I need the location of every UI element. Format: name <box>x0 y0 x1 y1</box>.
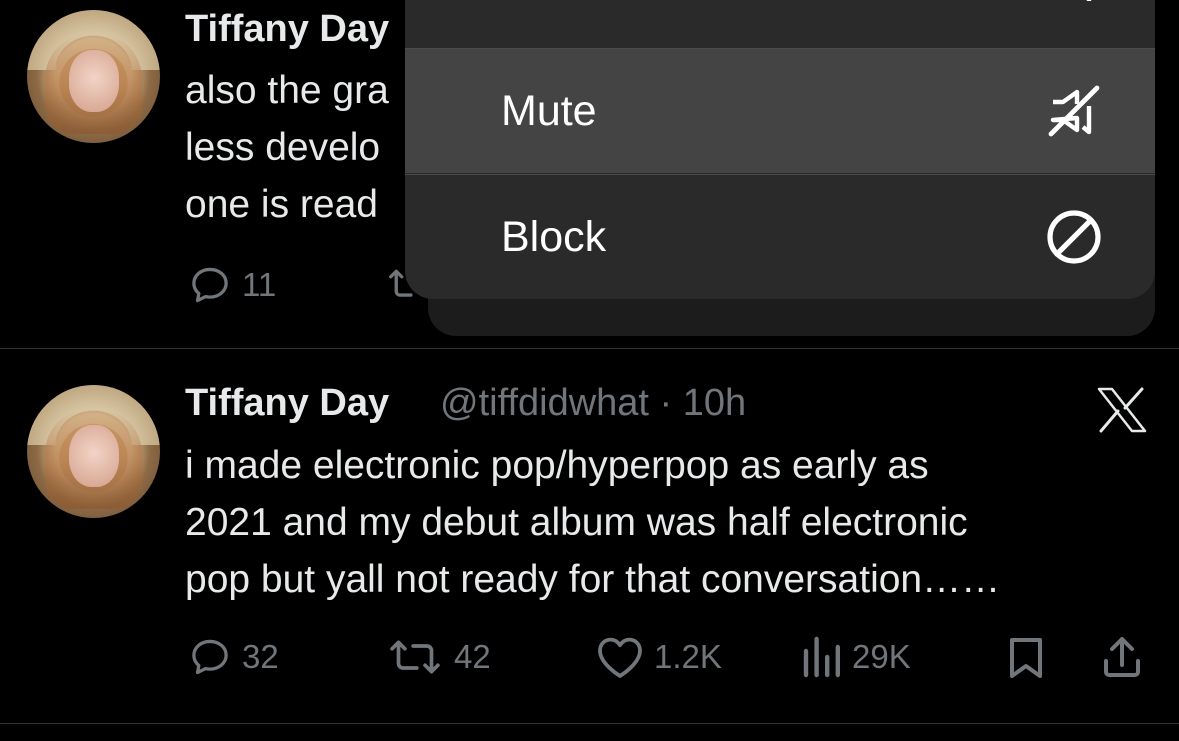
reply-count: 11 <box>242 266 277 303</box>
list-add-icon <box>1086 0 1092 1</box>
repost-icon <box>390 640 440 674</box>
reply-icon <box>192 639 228 675</box>
tweet-text-line: also the gra <box>185 69 389 112</box>
menu-item-label: Block <box>501 212 607 261</box>
heart-icon <box>598 637 642 678</box>
menu-item-lists[interactable]: Add/remove from Lists <box>405 0 1155 47</box>
menu-item-block[interactable]: Block <box>405 174 1155 299</box>
menu-item-mute[interactable]: Mute <box>405 48 1155 173</box>
reply-button[interactable]: 32 <box>188 635 279 679</box>
reply-count: 32 <box>242 638 279 675</box>
tweet-handle-time[interactable]: @tiffdidwhat · 10h <box>440 382 746 425</box>
tweet-2[interactable]: Tiffany Day @tiffdidwhat · 10h i made el… <box>0 349 1179 723</box>
tweet-divider <box>0 723 1179 724</box>
menu-item-label: Mute <box>501 86 597 135</box>
block-icon <box>1047 210 1101 264</box>
tweet-author-name[interactable]: Tiffany Day <box>185 382 389 425</box>
share-icon[interactable] <box>1100 635 1144 679</box>
x-logo-icon[interactable] <box>1097 387 1147 433</box>
tweet-text-line: i made electronic pop/hyperpop as early … <box>185 444 929 487</box>
menu-item-label: Add/remove from Lists <box>501 0 931 9</box>
reply-icon <box>192 267 228 303</box>
mute-icon <box>1048 85 1100 137</box>
tweet-text-line: 2021 and my debut album was half electro… <box>185 501 968 544</box>
like-button[interactable]: 1.2K <box>596 635 722 679</box>
tweet-text-line: one is read <box>185 183 378 226</box>
bookmark-icon[interactable] <box>1006 636 1046 680</box>
avatar[interactable] <box>27 385 160 518</box>
repost-button[interactable]: 42 <box>386 635 491 679</box>
tweet-text: also the gra less develo one is read <box>185 62 389 233</box>
views-count: 29K <box>852 638 911 675</box>
like-count: 1.2K <box>654 638 722 675</box>
repost-count: 42 <box>454 638 491 675</box>
views-button[interactable]: 29K <box>802 635 911 679</box>
views-chart-icon <box>803 636 840 678</box>
reply-button[interactable]: 11 <box>188 263 276 307</box>
tweet-text-line: less develo <box>185 126 381 169</box>
avatar[interactable] <box>27 10 160 143</box>
context-menu: Add/remove from Lists Mute Block <box>405 0 1155 299</box>
tweet-text: i made electronic pop/hyperpop as early … <box>185 437 1000 608</box>
tweet-author-name[interactable]: Tiffany Day <box>185 8 389 51</box>
tweet-text-line: pop but yall not ready for that conversa… <box>185 558 1001 601</box>
